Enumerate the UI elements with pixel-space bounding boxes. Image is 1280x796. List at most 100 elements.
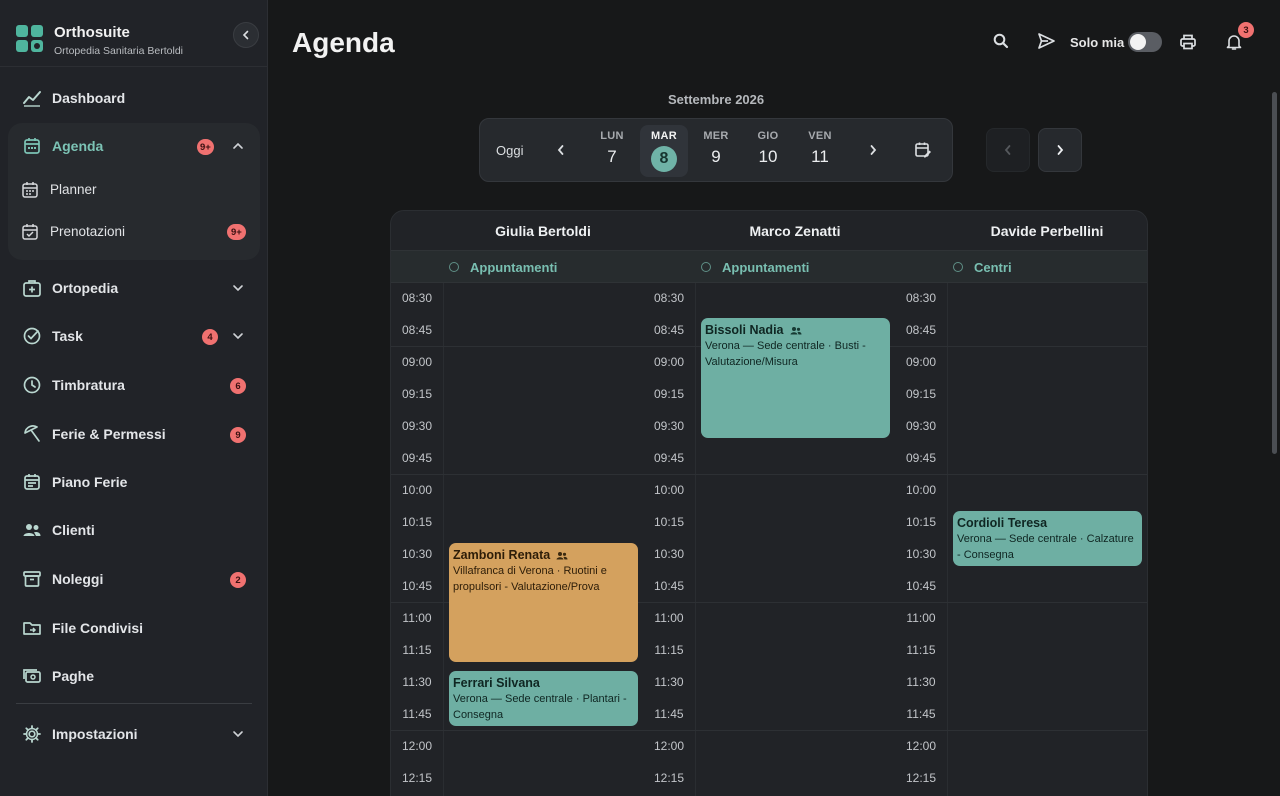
appointment-card[interactable]: Zamboni Renata Villafranca di Verona · R… [449, 543, 638, 662]
hour-line [895, 602, 1147, 603]
appointment-detail: Verona — Sede centrale · Calzature - Con… [957, 533, 1134, 561]
time-label: 10:15 [401, 515, 433, 529]
time-label: 11:45 [654, 707, 684, 721]
today-button[interactable]: Oggi [496, 143, 523, 158]
day-gio[interactable]: GIO 10 [744, 125, 792, 177]
sidebar-item-file-condivisi[interactable]: File Condivisi [8, 606, 260, 650]
time-label: 10:15 [905, 515, 937, 529]
sidebar-item-noleggi[interactable]: Noleggi 2 [8, 557, 260, 601]
collapse-sidebar-button[interactable] [233, 22, 259, 48]
sidebar-subitem-prenotazioni[interactable]: Prenotazioni 9+ [8, 212, 260, 252]
calendar-list-icon [22, 472, 42, 492]
day-mar[interactable]: MAR 8 [640, 125, 688, 177]
sidebar-item-ortopedia[interactable]: Ortopedia [8, 266, 260, 310]
sidebar-item-dashboard[interactable]: Dashboard [8, 76, 260, 120]
column-header-davide: Davide Perbellini [990, 223, 1104, 239]
timbratura-badge: 6 [230, 378, 246, 394]
solo-mia-toggle[interactable] [1128, 32, 1162, 52]
time-label: 09:00 [653, 355, 685, 369]
time-label: 11:00 [654, 611, 684, 625]
sidebar-item-agenda[interactable]: Agenda 9+ [8, 124, 260, 168]
appointment-card[interactable]: Ferrari Silvana Verona — Sede centrale ·… [449, 671, 638, 726]
prev-columns-button[interactable] [986, 128, 1030, 172]
time-label: 11:00 [906, 611, 936, 625]
beach-umbrella-icon [22, 424, 42, 444]
sidebar-item-clienti[interactable]: Clienti [8, 508, 260, 552]
time-label: 12:15 [653, 771, 685, 785]
page-scrollbar-thumb[interactable] [1272, 92, 1277, 454]
print-icon[interactable] [1179, 33, 1197, 51]
day-name: MER [703, 130, 729, 142]
time-label: 09:30 [905, 419, 937, 433]
hour-line [643, 602, 895, 603]
time-label: 10:45 [401, 579, 433, 593]
medical-bag-icon [22, 278, 42, 298]
chevron-up-icon[interactable] [230, 138, 246, 154]
sidebar-item-task[interactable]: Task 4 [8, 314, 260, 358]
chevron-down-icon[interactable] [230, 280, 246, 296]
category-label[interactable]: Centri [974, 260, 1012, 275]
category-row: Appuntamenti Appuntamenti Centri [391, 250, 1147, 283]
sidebar-item-label: Task [52, 328, 83, 344]
chevron-down-icon[interactable] [230, 328, 246, 344]
radio-circle-icon[interactable] [701, 262, 711, 272]
prev-week-button[interactable] [554, 143, 568, 157]
date-navigator: Oggi LUN 7 MAR 8 MER 9 GIO 10 VEN 11 [479, 118, 953, 182]
time-label: 10:45 [905, 579, 937, 593]
sidebar-item-timbratura[interactable]: Timbratura 6 [8, 363, 260, 407]
time-label: 09:45 [905, 451, 937, 465]
day-number: 8 [651, 146, 677, 172]
day-name: LUN [600, 130, 624, 142]
sidebar-item-label: File Condivisi [52, 620, 144, 636]
sidebar-subitem-planner[interactable]: Planner [8, 170, 260, 210]
sidebar-item-label: Ortopedia [52, 280, 119, 296]
day-ven[interactable]: VEN 11 [796, 125, 844, 177]
day-name: MAR [651, 130, 677, 142]
hour-line [643, 730, 895, 731]
hour-line [895, 730, 1147, 731]
sidebar-item-label: Agenda [52, 138, 104, 154]
appointment-name: Bissoli Nadia [705, 323, 886, 337]
ferie-badge: 9 [230, 427, 246, 443]
time-label: 09:15 [653, 387, 685, 401]
category-label[interactable]: Appuntamenti [722, 260, 809, 275]
day-lun[interactable]: LUN 7 [588, 125, 636, 177]
radio-circle-icon[interactable] [449, 262, 459, 272]
chevron-down-icon[interactable] [230, 726, 246, 742]
gear-icon [22, 724, 42, 744]
sidebar-item-piano-ferie[interactable]: Piano Ferie [8, 460, 260, 504]
time-label: 09:00 [401, 355, 433, 369]
day-number: 10 [758, 147, 778, 166]
next-week-button[interactable] [866, 143, 880, 157]
calendar-edit-icon[interactable] [914, 141, 932, 159]
sidebar-item-label: Noleggi [52, 571, 104, 587]
calendar-icon [22, 136, 42, 156]
time-label: 10:00 [653, 483, 685, 497]
time-label: 09:15 [401, 387, 433, 401]
sidebar-item-impostazioni[interactable]: Impostazioni [8, 712, 260, 756]
time-label: 11:30 [906, 675, 936, 689]
send-icon[interactable] [1037, 32, 1056, 50]
appointment-detail: Villafranca di Verona · Ruotini e propul… [453, 565, 607, 593]
time-label: 09:15 [905, 387, 937, 401]
time-label: 12:15 [401, 771, 433, 785]
chevron-left-icon [242, 30, 249, 40]
appointment-card[interactable]: Cordioli Teresa Verona — Sede centrale ·… [953, 511, 1142, 566]
time-label: 08:30 [653, 291, 685, 305]
next-columns-button[interactable] [1038, 128, 1082, 172]
time-label: 11:30 [402, 675, 432, 689]
chevron-left-icon [1004, 145, 1011, 155]
time-label: 11:30 [654, 675, 684, 689]
day-mer[interactable]: MER 9 [692, 125, 740, 177]
category-label[interactable]: Appuntamenti [470, 260, 557, 275]
month-label: Settembre 2026 [668, 92, 765, 107]
sidebar-item-ferie-permessi[interactable]: Ferie & Permessi 9 [8, 412, 260, 456]
search-icon[interactable] [992, 32, 1010, 50]
radio-circle-icon[interactable] [953, 262, 963, 272]
time-label: 11:15 [402, 643, 432, 657]
appointment-card[interactable]: Bissoli Nadia Verona — Sede centrale · B… [701, 318, 890, 438]
sidebar-item-paghe[interactable]: Paghe [8, 654, 260, 698]
time-label: 11:45 [402, 707, 432, 721]
appointment-detail: Verona — Sede centrale · Plantari - Cons… [453, 693, 627, 721]
money-bill-icon [22, 666, 42, 686]
